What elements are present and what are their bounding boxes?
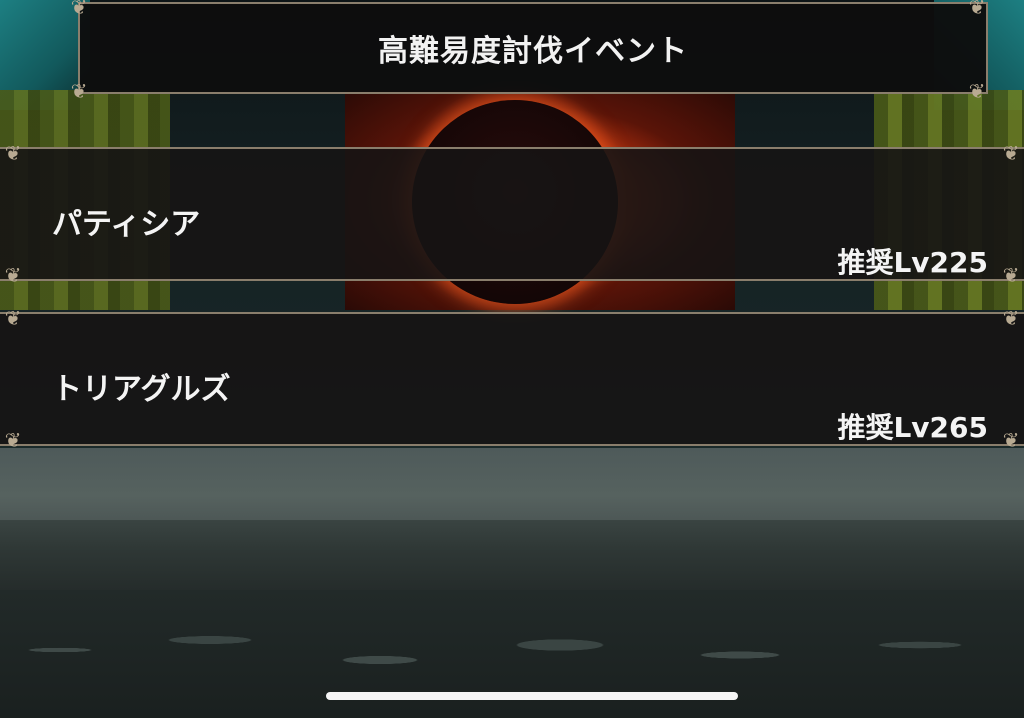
ornate-corner-icon: ❦ bbox=[4, 306, 22, 330]
event-card-triagurz[interactable]: トリアグルズ 推奨Lv265 bbox=[0, 312, 1024, 446]
ornate-corner-icon: ❦ bbox=[4, 141, 22, 165]
home-indicator[interactable] bbox=[326, 692, 738, 700]
ornate-corner-icon: ❦ bbox=[1002, 263, 1020, 287]
ornate-corner-icon: ❦ bbox=[70, 0, 88, 19]
stone-floor-edge bbox=[0, 520, 1024, 590]
title-bar: 高難易度討伐イベント bbox=[78, 2, 988, 94]
ornate-corner-icon: ❦ bbox=[1002, 428, 1020, 452]
recommended-level: 推奨Lv265 bbox=[837, 411, 988, 444]
page-title: 高難易度討伐イベント bbox=[378, 34, 688, 69]
event-name: パティシア bbox=[52, 207, 201, 242]
ornate-corner-icon: ❦ bbox=[1002, 141, 1020, 165]
ornate-corner-icon: ❦ bbox=[4, 428, 22, 452]
ornate-corner-icon: ❦ bbox=[968, 79, 986, 103]
ornate-corner-icon: ❦ bbox=[968, 0, 986, 19]
stone-floor bbox=[0, 448, 1024, 528]
game-scene: 高難易度討伐イベント ❦ ❦ ❦ ❦ パティシア 推奨Lv225 ❦ ❦ ❦ ❦… bbox=[0, 0, 1024, 718]
ornate-corner-icon: ❦ bbox=[70, 79, 88, 103]
event-card-patishia[interactable]: パティシア 推奨Lv225 bbox=[0, 147, 1024, 281]
ornate-corner-icon: ❦ bbox=[1002, 306, 1020, 330]
ornate-corner-icon: ❦ bbox=[4, 263, 22, 287]
recommended-level: 推奨Lv225 bbox=[837, 246, 988, 279]
event-name: トリアグルズ bbox=[52, 372, 231, 407]
